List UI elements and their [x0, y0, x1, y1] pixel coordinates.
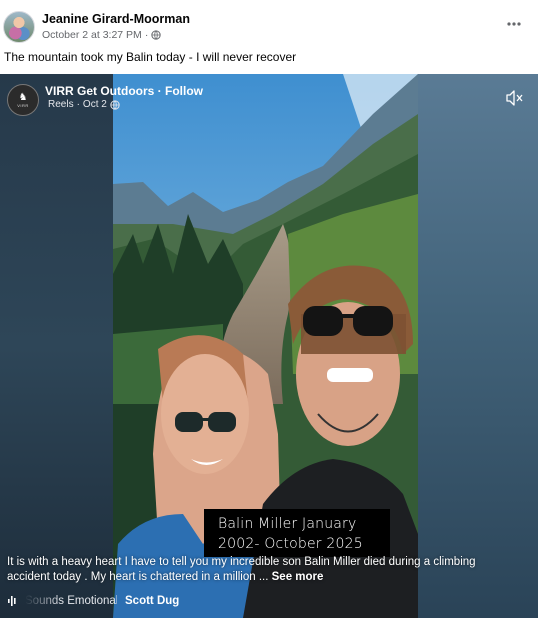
name-card-line-1: Balin Miller January: [218, 516, 357, 532]
audio-artist-name[interactable]: Scott Dug: [125, 595, 179, 607]
globe-icon: [110, 100, 120, 110]
post-caption: The mountain took my Balin today - I wil…: [4, 50, 297, 64]
name-card-line-2: 2002- October 2025: [218, 536, 363, 552]
page-name-link[interactable]: VIRR Get Outdoors: [45, 84, 154, 98]
audio-row[interactable]: Sounds Emotional Scott Dug: [7, 595, 179, 607]
reel-description-text: It is with a heavy heart I have to tell …: [7, 556, 476, 583]
volume-muted-icon: [506, 90, 523, 106]
see-more-link[interactable]: See more: [272, 571, 324, 583]
follow-button[interactable]: Follow: [165, 84, 203, 98]
post-header: Jeanine Girard-Moorman October 2 at 3:27…: [0, 0, 540, 74]
llama-logo-icon: ♞: [18, 91, 28, 103]
reel-date[interactable]: Oct 2: [83, 98, 107, 112]
author-avatar[interactable]: [3, 11, 35, 43]
author-name[interactable]: Jeanine Girard-Moorman: [42, 12, 190, 26]
audio-waveform-icon: [8, 596, 16, 606]
page-avatar-text: VIRR: [17, 102, 29, 108]
reel-type-label[interactable]: Reels: [48, 98, 74, 112]
audio-track-name[interactable]: Sounds Emotional: [25, 595, 117, 607]
post-date[interactable]: October 2 at 3:27 PM: [42, 29, 142, 41]
reel-description: It is with a heavy heart I have to tell …: [7, 555, 477, 585]
reel-meta-separator: ·: [76, 99, 80, 110]
more-horizontal-icon: [507, 22, 521, 26]
video-backdrop-right: [418, 74, 538, 618]
reel-meta: Reels · Oct 2: [48, 98, 203, 112]
title-separator: ·: [154, 84, 166, 98]
reel-title: VIRR Get Outdoors · Follow: [45, 84, 203, 98]
meta-separator: ·: [144, 29, 149, 41]
page-avatar[interactable]: ♞ VIRR: [7, 84, 39, 116]
mute-button[interactable]: [506, 90, 524, 106]
reel-video[interactable]: ♞ VIRR VIRR Get Outdoors · Follow Reels …: [0, 74, 538, 618]
more-options-button[interactable]: [504, 14, 524, 34]
memorial-name-card: Balin Miller January 2002- October 2025: [204, 509, 390, 557]
globe-icon[interactable]: [151, 30, 161, 40]
video-backdrop-left: [0, 74, 113, 618]
post-meta: October 2 at 3:27 PM ·: [42, 29, 161, 41]
reel-header: ♞ VIRR VIRR Get Outdoors · Follow Reels …: [7, 84, 203, 116]
